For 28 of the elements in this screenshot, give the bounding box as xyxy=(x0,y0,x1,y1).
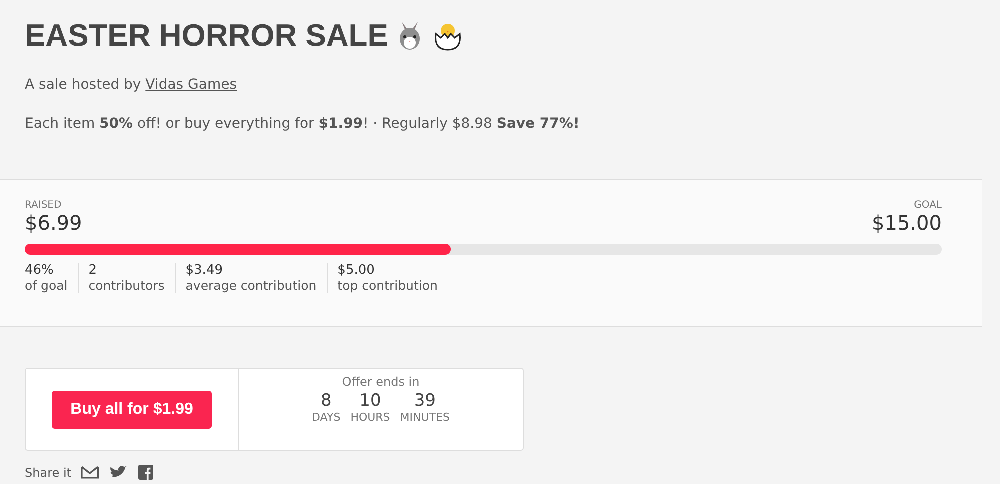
host-text: A sale hosted by xyxy=(25,77,142,93)
countdown-unit: MINUTES xyxy=(400,411,450,424)
goal-amount: $15.00 xyxy=(872,211,942,235)
countdown-unit: HOURS xyxy=(350,411,390,424)
countdown-unit: DAYS xyxy=(312,411,341,424)
goal-label: GOAL xyxy=(913,200,942,211)
stat-label: of goal xyxy=(25,278,68,293)
stat-value: 46% xyxy=(25,263,55,278)
raised-label: RAISED xyxy=(25,200,63,211)
stat-label: top contribution xyxy=(338,278,438,293)
raised-amount: $6.99 xyxy=(25,211,82,235)
host-link[interactable]: Vidas Games xyxy=(146,77,237,93)
bird-icon[interactable] xyxy=(109,465,128,480)
countdown-heading: Offer ends in xyxy=(342,375,420,389)
stat-value: $3.49 xyxy=(186,263,224,278)
stat-label: contributors xyxy=(88,278,165,293)
offer-text: Each item 50% off! or buy everything for $1.99! · Regularly $8.98 Save 77%! xyxy=(25,116,581,132)
countdown-value: 39 xyxy=(413,391,437,411)
stat-value: $5.00 xyxy=(338,263,376,278)
countdown-value: 8 xyxy=(320,391,333,411)
countdown-value: 10 xyxy=(358,391,382,411)
stat-label: average contribution xyxy=(186,278,317,293)
share-label: Share it xyxy=(25,466,72,480)
page-title: EASTER HORROR SALE xyxy=(25,18,388,54)
buy-all-button[interactable]: Buy all for $1.99 xyxy=(52,390,212,428)
facebook-icon[interactable] xyxy=(137,465,156,480)
email-icon[interactable] xyxy=(81,465,100,480)
stat-value: 2 xyxy=(88,263,98,278)
